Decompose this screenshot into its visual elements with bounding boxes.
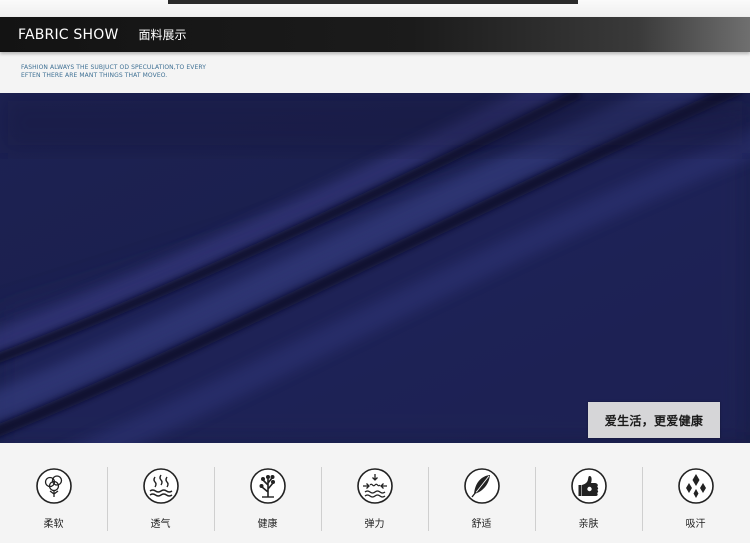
feature-breathable: 透气 <box>107 455 214 543</box>
feature-label: 健康 <box>257 519 278 530</box>
feature-skin-friendly: 亲肤 <box>535 455 642 543</box>
feature-label: 柔软 <box>43 519 64 530</box>
feature-row: 柔软 透气 健康 弹力 舒适 亲肤 吸汗 <box>0 455 750 543</box>
caption-text: 爱生活，更爱健康 <box>604 413 704 428</box>
feature-label: 弹力 <box>364 519 385 530</box>
feature-label: 舒适 <box>471 519 492 530</box>
feature-soft: 柔软 <box>0 455 107 543</box>
stretch-icon <box>356 467 394 505</box>
header-subtitle: 面料展示 <box>138 28 187 42</box>
fabric-photo: 爱生活，更爱健康 <box>0 93 750 443</box>
top-rule <box>168 0 578 4</box>
feather-icon <box>463 467 501 505</box>
cotton-icon <box>35 467 73 505</box>
feature-label: 透气 <box>150 519 171 530</box>
breathable-icon <box>142 467 180 505</box>
caption-box: 爱生活，更爱健康 <box>588 402 720 438</box>
feature-comfort: 舒适 <box>428 455 535 543</box>
header-title: FABRIC SHOW <box>18 26 119 43</box>
feature-sweat-absorbing: 吸汗 <box>642 455 749 543</box>
thumbs-up-icon <box>570 467 608 505</box>
feature-healthy: 健康 <box>214 455 321 543</box>
header-bar: FABRIC SHOW 面料展示 <box>0 17 750 52</box>
tree-icon <box>249 467 287 505</box>
feature-label: 吸汗 <box>685 519 706 530</box>
feature-label: 亲肤 <box>578 519 599 530</box>
tagline-line-2: EFTEN THERE ARE MANT THINGS THAT MOVEO. <box>21 72 168 79</box>
tagline: FASHION ALWAYS THE SUBJUCT OD SPECULATIO… <box>21 64 251 80</box>
fabric-image <box>0 93 750 443</box>
feature-stretch: 弹力 <box>321 455 428 543</box>
tagline-line-1: FASHION ALWAYS THE SUBJUCT OD SPECULATIO… <box>21 64 206 71</box>
sweat-drops-icon <box>677 467 715 505</box>
